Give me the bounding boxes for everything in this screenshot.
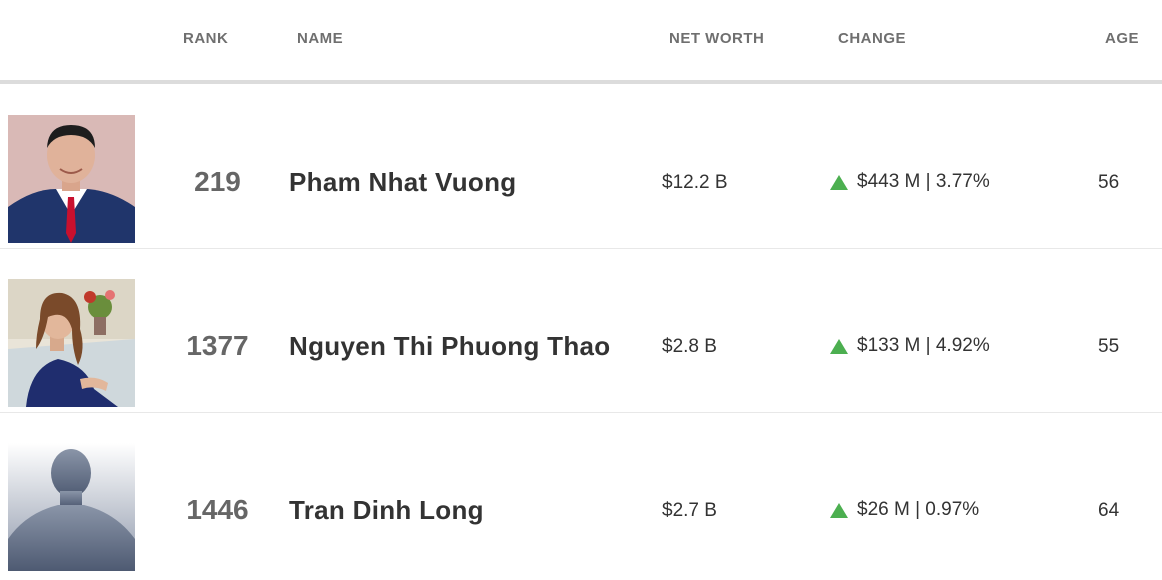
rank-value: 219 (194, 166, 241, 197)
net-worth-value: $2.8 B (662, 336, 717, 357)
rank-value: 1446 (186, 494, 249, 525)
change-value: $133 M | 4.92% (857, 335, 990, 356)
rank-value: 1377 (186, 330, 249, 361)
table-row[interactable]: 1377 Nguyen Thi Phuong Thao $2.8 B $133 … (0, 249, 1162, 413)
table-row[interactable]: 1446 Tran Dinh Long $2.7 B $26 M | 0.97%… (0, 413, 1162, 577)
table-row[interactable]: 219 Pham Nhat Vuong $12.2 B $443 M | 3.7… (0, 85, 1162, 249)
net-worth-value: $2.7 B (662, 500, 717, 521)
up-arrow-icon (830, 174, 848, 190)
age-value: 55 (1098, 336, 1120, 357)
placeholder-silhouette (8, 443, 135, 571)
column-header-rank[interactable]: RANK (183, 30, 228, 47)
column-header-change[interactable]: CHANGE (838, 30, 906, 47)
avatar[interactable] (8, 115, 135, 243)
change-value: $443 M | 3.77% (857, 171, 990, 192)
table-header: RANK NAME NET WORTH CHANGE AGE (0, 0, 1162, 84)
change-value: $26 M | 0.97% (857, 499, 980, 520)
up-arrow-icon (830, 502, 848, 518)
change-cell: $443 M | 3.77% (830, 171, 990, 193)
person-name[interactable]: Nguyen Thi Phuong Thao (289, 331, 610, 362)
column-header-age[interactable]: AGE (1105, 30, 1139, 47)
person-name[interactable]: Pham Nhat Vuong (289, 167, 516, 198)
woman-portrait (8, 279, 135, 407)
age-value: 56 (1098, 172, 1120, 193)
column-header-net-worth[interactable]: NET WORTH (669, 30, 764, 47)
up-arrow-icon (830, 338, 848, 354)
person-name[interactable]: Tran Dinh Long (289, 495, 484, 526)
change-cell: $133 M | 4.92% (830, 335, 990, 357)
man-in-suit-portrait (8, 115, 135, 243)
avatar[interactable] (8, 443, 135, 571)
net-worth-value: $12.2 B (662, 172, 728, 193)
age-value: 64 (1098, 500, 1120, 521)
avatar[interactable] (8, 279, 135, 407)
column-header-name[interactable]: NAME (297, 30, 343, 47)
change-cell: $26 M | 0.97% (830, 499, 979, 521)
